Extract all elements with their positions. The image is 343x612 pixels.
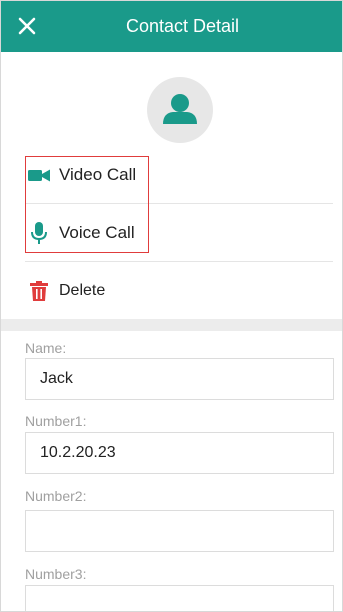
page-title: Contact Detail (125, 16, 240, 36)
delete-button[interactable]: Delete (25, 262, 333, 320)
number3-label: Number3: (25, 566, 87, 582)
number2-field[interactable] (25, 510, 334, 552)
name-label: Name: (25, 340, 67, 356)
header-bar: Contact Detail (1, 1, 342, 52)
voice-call-button[interactable]: Voice Call (25, 204, 333, 262)
name-field[interactable] (25, 358, 334, 400)
person-icon (163, 94, 197, 124)
number2-label: Number2: (25, 488, 87, 504)
avatar (147, 77, 213, 143)
trash-icon (30, 281, 48, 301)
delete-label: Delete (59, 282, 106, 299)
video-call-label: Video Call (59, 165, 137, 184)
contact-detail-screen: Contact Detail Video Call Voice Call Del… (0, 0, 343, 612)
microphone-icon (31, 222, 47, 244)
number1-field[interactable] (25, 432, 334, 474)
video-call-button[interactable]: Video Call (25, 146, 333, 204)
voice-call-label: Voice Call (59, 223, 135, 242)
section-divider (1, 319, 342, 331)
number3-field[interactable] (25, 585, 334, 611)
number1-label: Number1: (25, 413, 87, 429)
video-camera-icon (28, 169, 50, 182)
